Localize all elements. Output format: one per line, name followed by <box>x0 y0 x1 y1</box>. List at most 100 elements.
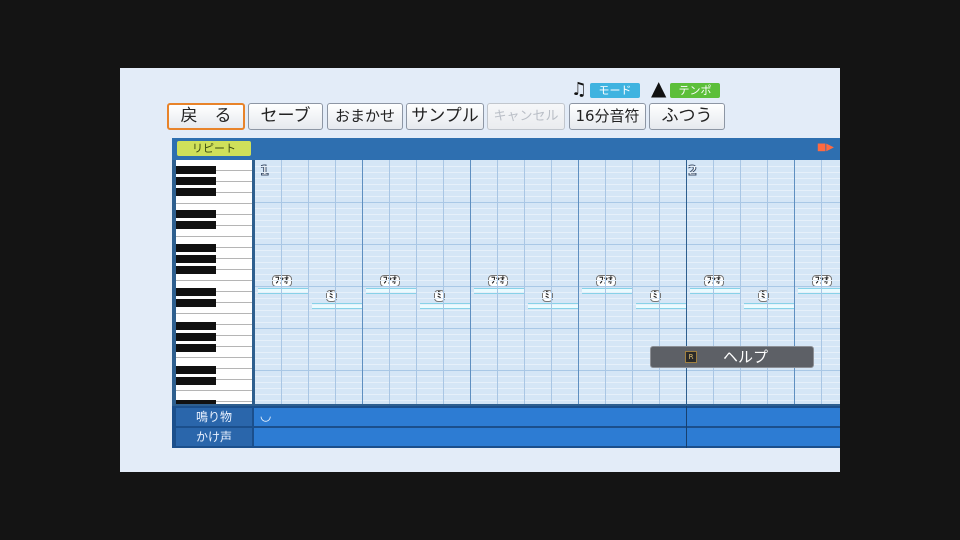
black-key[interactable] <box>176 177 216 185</box>
black-key[interactable] <box>176 299 216 307</box>
grid-row-line <box>254 178 840 179</box>
grid-row-line <box>254 310 840 311</box>
grid-row-line <box>254 214 840 215</box>
cancel-button: キャンセル <box>487 103 565 130</box>
grid-beat-line <box>389 160 390 404</box>
black-key[interactable] <box>176 366 216 374</box>
grid-row-line <box>254 220 840 221</box>
auto-button[interactable]: おまかせ <box>327 103 403 130</box>
grid-row-line <box>254 166 840 167</box>
grid-row-line <box>254 394 840 395</box>
grid-row-line <box>254 316 840 317</box>
grid-beat-line <box>362 160 363 404</box>
black-key[interactable] <box>176 221 216 229</box>
piano-keyboard[interactable] <box>176 160 252 404</box>
grid-beat-line <box>524 160 525 404</box>
tempo-select-button[interactable]: ふつう <box>649 103 725 130</box>
black-key[interactable] <box>176 344 216 352</box>
grid-row-line <box>254 172 840 173</box>
white-key-divider <box>176 236 252 237</box>
grid-row-line <box>254 190 840 191</box>
white-key-divider <box>176 390 252 391</box>
note-block[interactable] <box>798 288 840 294</box>
grid-row-line <box>254 280 840 281</box>
measure-divider <box>686 406 687 448</box>
grid-beat-line <box>605 160 606 404</box>
grid-row-line <box>254 340 840 341</box>
grid-beat-line <box>308 160 309 404</box>
letterbox-right <box>840 0 960 540</box>
help-label: ヘルプ <box>723 348 769 366</box>
black-key[interactable] <box>176 266 216 274</box>
black-key[interactable] <box>176 322 216 330</box>
sound-track-label: 鳴り物 <box>176 408 252 426</box>
note-block[interactable] <box>366 288 416 294</box>
grid-beat-line <box>254 160 255 404</box>
play-marker-icon: ■▶ <box>816 142 834 153</box>
letterbox-bottom <box>120 472 840 540</box>
note-editor-grid: リピート ■▶ 1 2 ﾌｧｵﾐﾌｧｵﾐﾌｧｵﾐﾌｧｵﾐﾌｧｵﾐﾌｧｵ 鳴り物 … <box>172 138 840 448</box>
black-key[interactable] <box>176 400 216 404</box>
note-block[interactable] <box>690 288 740 294</box>
grid-beat-line <box>632 160 633 404</box>
sound-track[interactable]: ◡ <box>254 408 840 426</box>
grid-beat-line <box>443 160 444 404</box>
back-button[interactable]: 戻 る <box>167 103 245 130</box>
r-button-icon: R <box>685 351 697 363</box>
note-block[interactable] <box>474 288 524 294</box>
grid-row-line <box>254 286 840 287</box>
grid-row-line <box>254 292 840 293</box>
black-key[interactable] <box>176 288 216 296</box>
white-key-divider <box>176 203 252 204</box>
grid-beat-line <box>335 160 336 404</box>
mode-tag: モード <box>590 83 640 98</box>
save-button[interactable]: セーブ <box>248 103 323 130</box>
grid-row-line <box>254 400 840 401</box>
grid-row-line <box>254 256 840 257</box>
black-key[interactable] <box>176 166 216 174</box>
letterbox-top <box>120 0 840 68</box>
grid-row-line <box>254 304 840 305</box>
grid-row-line <box>254 232 840 233</box>
black-key[interactable] <box>176 188 216 196</box>
black-key[interactable] <box>176 210 216 218</box>
grid-row-line <box>254 244 840 245</box>
grid-row-line <box>254 388 840 389</box>
music-editor-screen: ♫ モード ▲ テンポ 戻 る セーブ おまかせ サンプル キャンセル 16分音… <box>120 68 840 472</box>
black-key[interactable] <box>176 255 216 263</box>
black-key[interactable] <box>176 244 216 252</box>
grid-beat-line <box>470 160 471 404</box>
control-tracks: 鳴り物 ◡ かけ声 <box>172 406 840 448</box>
grid-row-line <box>254 202 840 203</box>
help-button[interactable]: R ヘルプ <box>650 346 814 368</box>
black-key[interactable] <box>176 333 216 341</box>
voice-track-label: かけ声 <box>176 428 252 446</box>
voice-track[interactable] <box>254 428 840 446</box>
grid-row-line <box>254 196 840 197</box>
tempo-tag: テンポ <box>670 83 720 98</box>
grid-row-line <box>254 262 840 263</box>
mode-select-button[interactable]: 16分音符 <box>569 103 646 130</box>
letterbox-left <box>0 0 120 540</box>
note-block[interactable] <box>582 288 632 294</box>
grid-row-line <box>254 322 840 323</box>
repeat-button[interactable]: リピート <box>177 141 251 156</box>
grid-row-line <box>254 238 840 239</box>
white-key-divider <box>176 280 252 281</box>
grid-row-line <box>254 334 840 335</box>
sample-button[interactable]: サンプル <box>406 103 484 130</box>
grid-row-line <box>254 208 840 209</box>
note-block[interactable] <box>258 288 308 294</box>
grid-row-line <box>254 250 840 251</box>
black-key[interactable] <box>176 377 216 385</box>
repeat-row: リピート ■▶ <box>172 138 840 160</box>
grid-row-line <box>254 370 840 371</box>
grid-row-line <box>254 298 840 299</box>
metronome-icon: ▲ <box>651 76 667 100</box>
grid-row-line <box>254 382 840 383</box>
grid-row-line <box>254 268 840 269</box>
grid-beat-line <box>497 160 498 404</box>
grid-beat-line <box>578 160 579 404</box>
white-key-divider <box>176 357 252 358</box>
grid-beat-line <box>821 160 822 404</box>
